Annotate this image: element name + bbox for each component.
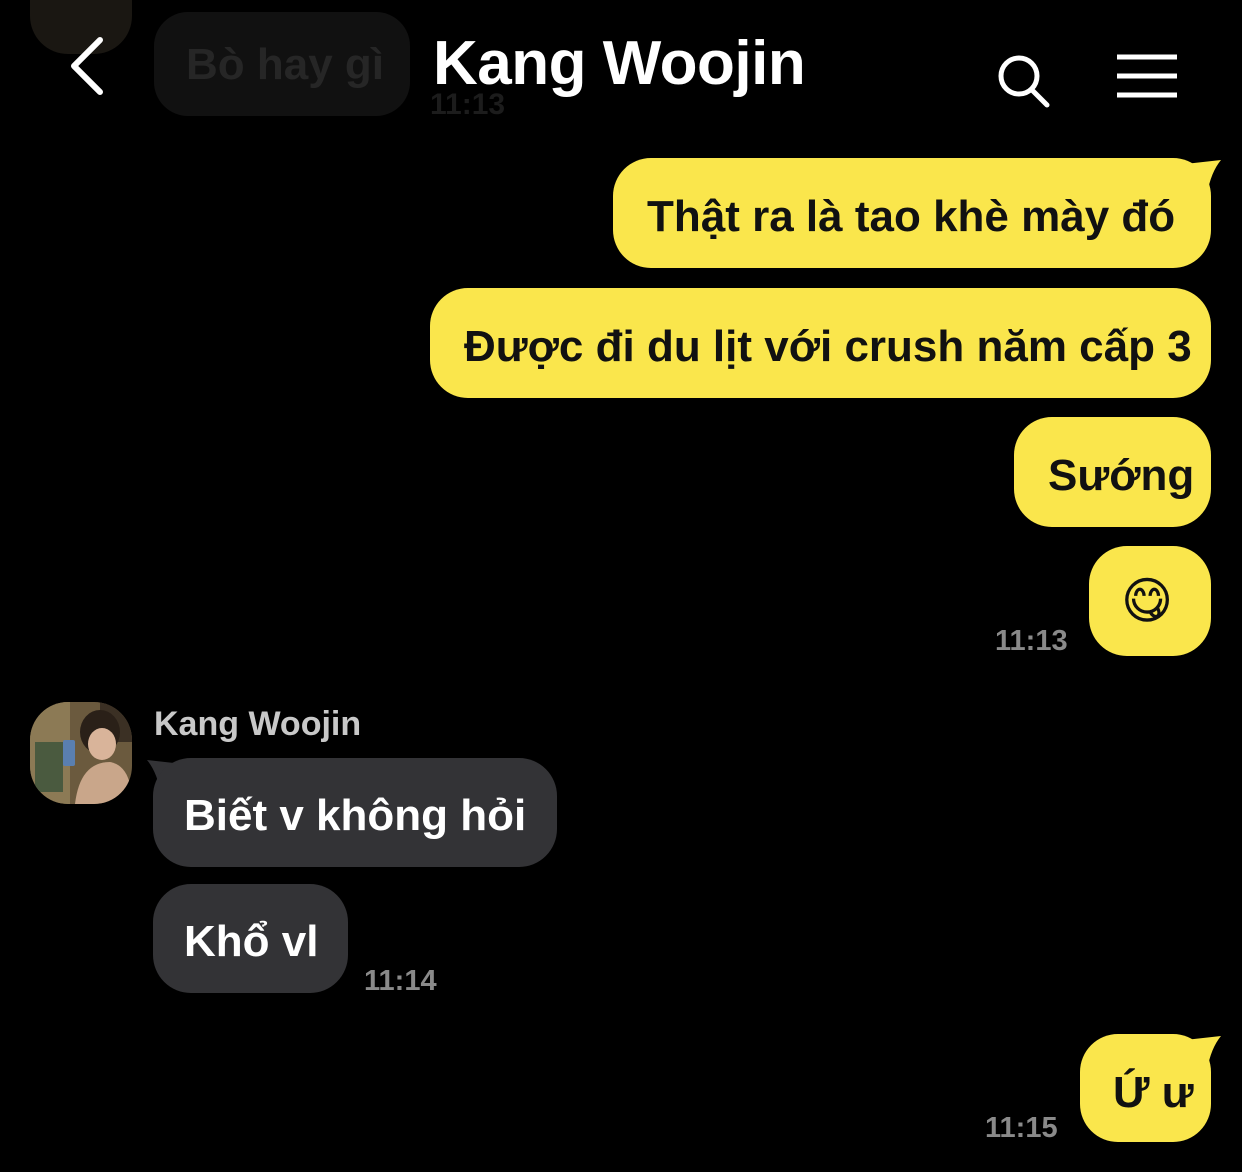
message-time: 11:14 — [364, 965, 437, 997]
their-message-bubble[interactable]: Biết v không hỏi — [153, 758, 557, 867]
sender-name: Kang Woojin — [154, 705, 362, 743]
back-icon[interactable] — [62, 34, 122, 98]
message-time: 11:15 — [985, 1112, 1058, 1144]
menu-icon[interactable] — [1114, 52, 1180, 102]
my-message-bubble[interactable]: Được đi du lịt với crush năm cấp 3 — [430, 288, 1211, 398]
search-icon[interactable] — [994, 52, 1052, 110]
their-message-bubble[interactable]: Khổ vl — [153, 884, 348, 993]
my-message-bubble[interactable]: Ứ ư — [1080, 1034, 1211, 1142]
avatar[interactable] — [30, 702, 132, 804]
message-time: 11:13 — [995, 625, 1068, 657]
my-message-bubble[interactable]: Sướng — [1014, 417, 1211, 527]
chat-title: Kang Woojin — [433, 29, 806, 98]
previous-message-bubble[interactable]: Bò hay gì — [154, 12, 410, 116]
my-message-bubble[interactable]: Thật ra là tao khè mày đó — [613, 158, 1211, 268]
emoji-message-bubble[interactable]: 😋 — [1089, 546, 1211, 656]
